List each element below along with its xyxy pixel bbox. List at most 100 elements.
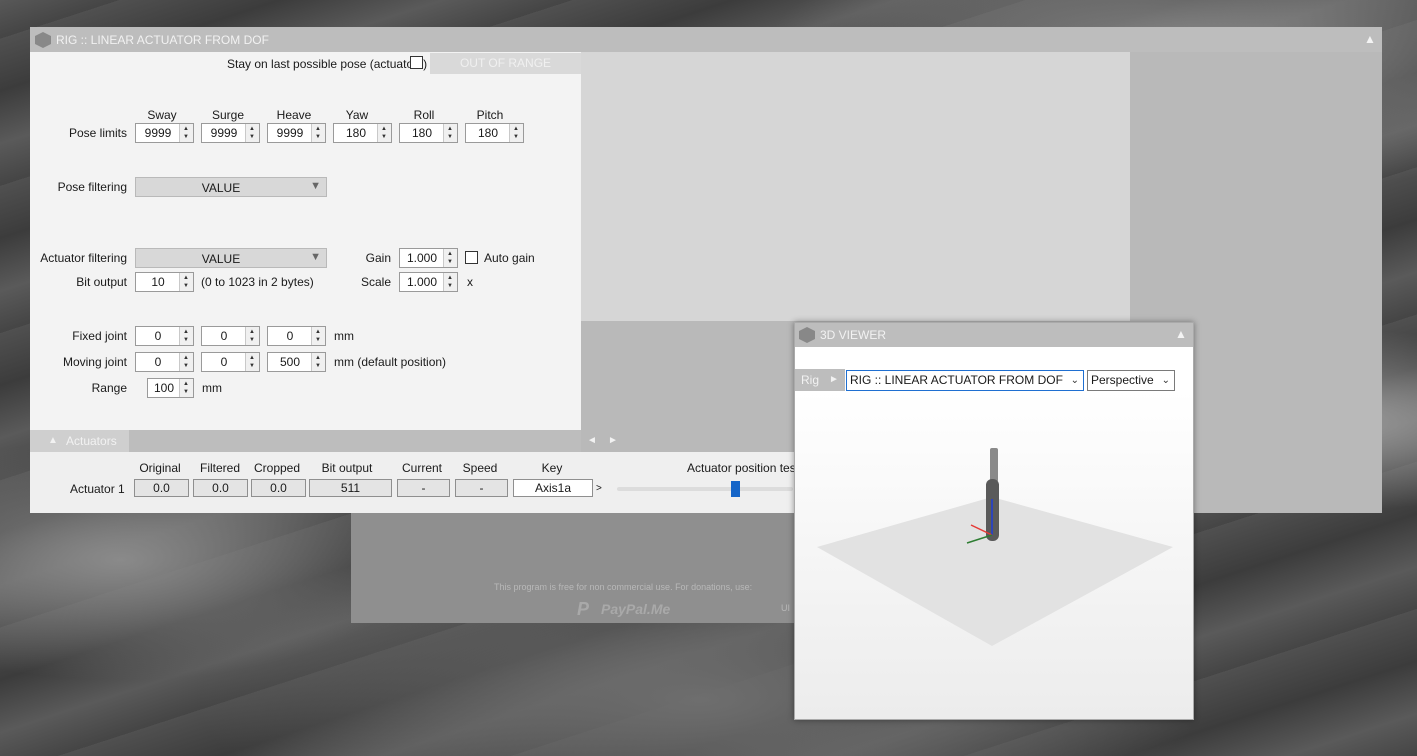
surge-limit-stepper[interactable]: 9999 ▲ ▼ bbox=[201, 123, 260, 143]
fixed-joint-x-stepper[interactable]: 0 ▲ ▼ bbox=[135, 326, 194, 346]
stepper-arrows-icon[interactable]: ▲ ▼ bbox=[509, 124, 523, 142]
actuator-table: Original Filtered Cropped Bit output Cur… bbox=[30, 452, 799, 513]
col-yaw: Yaw bbox=[345, 108, 369, 122]
moving-joint-z-stepper[interactable]: 500 ▲ ▼ bbox=[267, 352, 326, 372]
stepper-arrows-icon[interactable]: ▲ ▼ bbox=[443, 273, 457, 291]
camera-select[interactable]: Perspective ⌄ bbox=[1087, 370, 1175, 391]
key-more-button[interactable]: > bbox=[596, 483, 602, 494]
collapse-icon: ▲ bbox=[48, 435, 58, 446]
collapse-icon[interactable]: ▲ bbox=[1364, 32, 1376, 46]
stepper-arrows-icon[interactable]: ▲ ▼ bbox=[311, 353, 325, 371]
app-logo-icon bbox=[35, 32, 51, 48]
actuator-name: Actuator 1 bbox=[70, 482, 125, 496]
key-field[interactable]: Axis1a bbox=[513, 479, 593, 497]
speed-value: - bbox=[455, 479, 508, 497]
scale-stepper[interactable]: 1.000 ▲ ▼ bbox=[399, 272, 458, 292]
pose-filtering-dropdown[interactable]: VALUE ▼ bbox=[135, 177, 327, 197]
position-test-slider-thumb[interactable] bbox=[731, 481, 740, 497]
tab-actuators-label: Actuators bbox=[66, 434, 117, 448]
stepper-arrows-icon[interactable]: ▲ ▼ bbox=[377, 124, 391, 142]
ui-text: UI bbox=[781, 603, 790, 613]
current-value: - bbox=[397, 479, 450, 497]
rig-tag-label: Rig bbox=[801, 373, 820, 387]
fixed-joint-unit: mm bbox=[334, 329, 354, 343]
stepper-arrows-icon[interactable]: ▲ ▼ bbox=[245, 124, 259, 142]
auto-gain-label: Auto gain bbox=[484, 251, 535, 265]
main-right-area bbox=[581, 52, 1130, 321]
col-current: Current bbox=[401, 461, 442, 475]
fixed-joint-y-stepper[interactable]: 0 ▲ ▼ bbox=[201, 326, 260, 346]
moving-joint-x-stepper[interactable]: 0 ▲ ▼ bbox=[135, 352, 194, 372]
scene-svg bbox=[817, 448, 1173, 646]
col-bit-output: Bit output bbox=[321, 461, 373, 475]
scroll-left-icon[interactable]: ◄ bbox=[587, 435, 597, 446]
col-pitch: Pitch bbox=[476, 108, 504, 122]
chevron-down-icon: ⌄ bbox=[1070, 375, 1079, 386]
range-label: Range bbox=[91, 381, 127, 395]
scale-unit: x bbox=[467, 275, 473, 289]
bit-output-stepper[interactable]: 10 ▲ ▼ bbox=[135, 272, 194, 292]
gain-label: Gain bbox=[365, 251, 391, 265]
actuator-filtering-dropdown[interactable]: VALUE ▼ bbox=[135, 248, 327, 268]
heave-limit-stepper[interactable]: 9999 ▲ ▼ bbox=[267, 123, 326, 143]
auto-gain-checkbox[interactable] bbox=[465, 251, 478, 264]
position-test-label: Actuator position test bbox=[687, 461, 800, 475]
scroll-right-icon[interactable]: ► bbox=[608, 435, 618, 446]
donation-window: This program is free for non commercial … bbox=[351, 513, 795, 623]
stepper-arrows-icon[interactable]: ▲ ▼ bbox=[311, 327, 325, 345]
original-value: 0.0 bbox=[134, 479, 189, 497]
gain-stepper[interactable]: 1.000 ▲ ▼ bbox=[399, 248, 458, 268]
app-logo-icon bbox=[799, 327, 815, 343]
col-surge: Surge bbox=[211, 108, 245, 122]
stepper-arrows-icon[interactable]: ▲ ▼ bbox=[443, 249, 457, 267]
collapse-icon[interactable]: ▲ bbox=[1175, 327, 1187, 341]
main-titlebar[interactable]: RIG :: LINEAR ACTUATOR FROM DOF ▲ bbox=[30, 27, 1382, 52]
col-speed: Speed bbox=[462, 461, 498, 475]
camera-select-value: Perspective bbox=[1091, 373, 1154, 387]
position-test-slider[interactable] bbox=[617, 487, 793, 491]
viewport-3d[interactable] bbox=[795, 391, 1193, 719]
stay-on-last-pose-checkbox[interactable] bbox=[410, 56, 423, 69]
paypal-logo-icon: P bbox=[577, 599, 590, 619]
range-stepper[interactable]: 100 ▲ ▼ bbox=[147, 378, 194, 398]
col-key: Key bbox=[541, 461, 563, 475]
sway-limit-stepper[interactable]: 9999 ▲ ▼ bbox=[135, 123, 194, 143]
filtered-value: 0.0 bbox=[193, 479, 248, 497]
tab-actuators[interactable]: ▲ Actuators bbox=[30, 430, 129, 452]
viewer-title: 3D VIEWER bbox=[820, 328, 887, 342]
stepper-arrows-icon[interactable]: ▲ ▼ bbox=[179, 124, 193, 142]
pose-filtering-label: Pose filtering bbox=[57, 180, 127, 194]
settings-panel: Stay on last possible pose (actuators) O… bbox=[30, 52, 581, 452]
rig-select[interactable]: RIG :: LINEAR ACTUATOR FROM DOF ⌄ bbox=[846, 370, 1084, 391]
stepper-arrows-icon[interactable]: ▲ ▼ bbox=[179, 273, 193, 291]
scale-label: Scale bbox=[360, 275, 391, 289]
cropped-value: 0.0 bbox=[251, 479, 306, 497]
window-title: RIG :: LINEAR ACTUATOR FROM DOF bbox=[56, 33, 269, 47]
col-sway: Sway bbox=[147, 108, 177, 122]
chevron-down-icon: ⌄ bbox=[1161, 375, 1170, 386]
fixed-joint-z-stepper[interactable]: 0 ▲ ▼ bbox=[267, 326, 326, 346]
viewer-titlebar[interactable]: 3D VIEWER ▲ bbox=[795, 323, 1193, 347]
stepper-arrows-icon[interactable]: ▲ ▼ bbox=[179, 379, 193, 397]
moving-joint-y-stepper[interactable]: 0 ▲ ▼ bbox=[201, 352, 260, 372]
stepper-arrows-icon[interactable]: ▲ ▼ bbox=[179, 353, 193, 371]
donation-text: This program is free for non commercial … bbox=[494, 582, 753, 592]
col-original: Original bbox=[139, 461, 181, 475]
paypal-link[interactable]: PayPal.Me bbox=[601, 601, 670, 617]
col-cropped: Cropped bbox=[253, 461, 301, 475]
yaw-limit-stepper[interactable]: 180 ▲ ▼ bbox=[333, 123, 392, 143]
chevron-down-icon: ▼ bbox=[310, 251, 321, 263]
tab-out-of-range[interactable]: OUT OF RANGE bbox=[430, 53, 581, 74]
stay-on-last-pose-label: Stay on last possible pose (actuators) bbox=[227, 57, 428, 71]
stepper-arrows-icon[interactable]: ▲ ▼ bbox=[179, 327, 193, 345]
pose-limits-label: Pose limits bbox=[68, 126, 127, 140]
stepper-arrows-icon[interactable]: ▲ ▼ bbox=[311, 124, 325, 142]
bit-output-label: Bit output bbox=[76, 275, 127, 289]
stepper-arrows-icon[interactable]: ▲ ▼ bbox=[443, 124, 457, 142]
stepper-arrows-icon[interactable]: ▲ ▼ bbox=[245, 327, 259, 345]
pitch-limit-stepper[interactable]: 180 ▲ ▼ bbox=[465, 123, 524, 143]
stepper-arrows-icon[interactable]: ▲ ▼ bbox=[245, 353, 259, 371]
roll-limit-stepper[interactable]: 180 ▲ ▼ bbox=[399, 123, 458, 143]
rig-tag: Rig ► bbox=[795, 369, 845, 391]
moving-joint-label: Moving joint bbox=[62, 355, 127, 369]
